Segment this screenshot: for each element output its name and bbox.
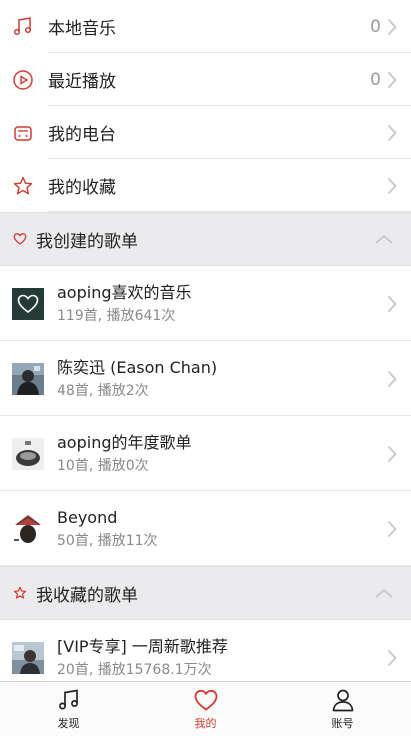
- bottom-tab-bar: 发现 我的 账号: [0, 681, 411, 736]
- menu-item-recent-play[interactable]: 最近播放 0: [0, 53, 411, 106]
- playlist-meta: 50首, 播放11次: [57, 532, 158, 549]
- music-note-icon: [56, 687, 82, 713]
- chevron-up-icon[interactable]: [373, 228, 395, 250]
- playlist-cover-heart: [12, 287, 44, 320]
- playlist-meta: 48首, 播放2次: [57, 382, 149, 399]
- chevron-right-icon: [385, 647, 399, 669]
- chevron-right-icon: [385, 293, 399, 315]
- playlist-row[interactable]: 陈奕迅 (Eason Chan) 48首, 播放2次: [0, 341, 411, 416]
- menu-item-my-radio[interactable]: 我的电台: [0, 106, 411, 159]
- chevron-right-icon: [385, 16, 399, 38]
- playlist-meta: 119首, 播放641次: [57, 307, 176, 324]
- playlist-meta: 20首, 播放15768.1万次: [57, 661, 212, 678]
- tab-mine[interactable]: 我的: [137, 682, 274, 736]
- playlist-name: [VIP专享] 一周新歌推荐: [57, 636, 228, 656]
- section-title: 我创建的歌单: [36, 231, 138, 252]
- playlist-name: aoping喜欢的音乐: [57, 282, 192, 302]
- tab-discover[interactable]: 发现: [0, 682, 137, 736]
- heart-outline-icon: [12, 231, 28, 247]
- chevron-right-icon: [385, 69, 399, 91]
- menu-label: 我的收藏: [48, 178, 116, 198]
- menu-count: 0: [370, 16, 381, 37]
- star-icon: [12, 175, 34, 197]
- chevron-up-icon[interactable]: [373, 582, 395, 604]
- section-header-created-playlists[interactable]: 我创建的歌单: [0, 212, 411, 266]
- person-icon: [330, 687, 356, 713]
- playlist-cover-photo: [12, 437, 44, 470]
- menu-item-local-music[interactable]: 本地音乐 0: [0, 0, 411, 53]
- music-note-icon: [12, 16, 34, 38]
- playlist-name: Beyond: [57, 507, 118, 527]
- playlist-meta: 10首, 播放0次: [57, 457, 149, 474]
- chevron-right-icon: [385, 175, 399, 197]
- radio-icon: [12, 122, 34, 144]
- tab-label: 账号: [331, 717, 354, 730]
- menu-label: 我的电台: [48, 125, 116, 145]
- menu-label: 最近播放: [48, 72, 116, 92]
- chevron-right-icon: [385, 443, 399, 465]
- playlist-row[interactable]: [VIP专享] 一周新歌推荐 20首, 播放15768.1万次: [0, 620, 411, 681]
- section-title: 我收藏的歌单: [36, 585, 138, 606]
- playlist-row[interactable]: aoping的年度歌单 10首, 播放0次: [0, 416, 411, 491]
- my-music-page: 本地音乐 0 最近播放 0 我的电台 我的收藏 我创建的歌单 aoping喜欢的…: [0, 0, 411, 736]
- menu-item-my-favorites[interactable]: 我的收藏: [0, 159, 411, 212]
- menu-count: 0: [370, 69, 381, 90]
- playlist-name: aoping的年度歌单: [57, 432, 192, 452]
- playlist-cover-photo: [12, 641, 44, 674]
- playlist-name: 陈奕迅 (Eason Chan): [57, 357, 218, 377]
- heart-icon: [193, 687, 219, 713]
- chevron-right-icon: [385, 368, 399, 390]
- chevron-right-icon: [385, 122, 399, 144]
- playlist-cover-photo: [12, 362, 44, 395]
- scroll-content[interactable]: 本地音乐 0 最近播放 0 我的电台 我的收藏 我创建的歌单 aoping喜欢的…: [0, 0, 411, 681]
- tab-account[interactable]: 账号: [274, 682, 411, 736]
- tab-label: 发现: [57, 717, 80, 730]
- tab-label: 我的: [194, 717, 217, 730]
- playlist-row[interactable]: Beyond 50首, 播放11次: [0, 491, 411, 566]
- chevron-right-icon: [385, 518, 399, 540]
- menu-label: 本地音乐: [48, 19, 116, 39]
- playlist-cover-photo: [12, 512, 44, 545]
- play-circle-icon: [12, 69, 34, 91]
- star-outline-icon: [12, 585, 28, 601]
- playlist-row[interactable]: aoping喜欢的音乐 119首, 播放641次: [0, 266, 411, 341]
- section-header-collected-playlists[interactable]: 我收藏的歌单: [0, 566, 411, 620]
